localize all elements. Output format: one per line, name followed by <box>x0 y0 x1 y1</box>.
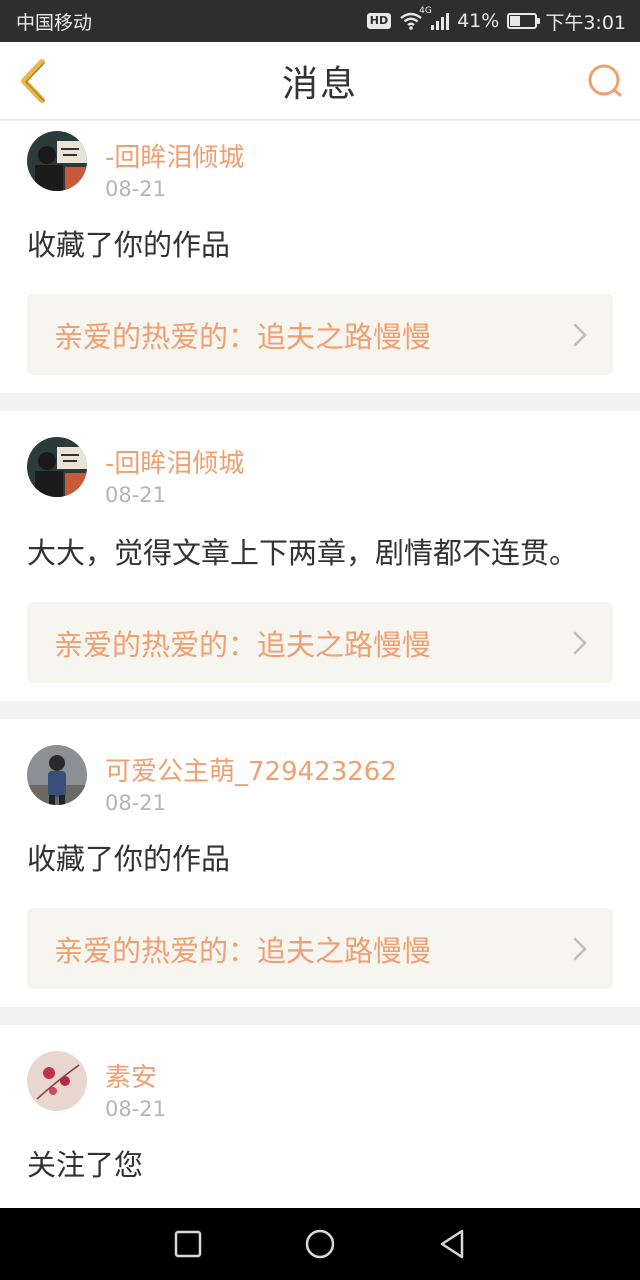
work-link[interactable]: 亲爱的热爱的：追夫之路慢慢 <box>27 294 613 375</box>
chevron-right-icon <box>573 323 587 346</box>
work-title: 亲爱的热爱的：追夫之路慢慢 <box>54 319 432 354</box>
user-avatar-image <box>27 437 87 497</box>
chevron-right-icon <box>573 631 587 654</box>
avatar[interactable] <box>27 745 87 805</box>
triangle-back-icon <box>440 1229 464 1259</box>
user-avatar-image <box>27 745 87 805</box>
message-text: 收藏了你的作品 <box>27 228 231 262</box>
battery-fill <box>510 16 521 26</box>
work-title: 亲爱的热爱的：追夫之路慢慢 <box>54 627 432 662</box>
square-icon <box>174 1230 202 1258</box>
message-feed[interactable]: -回眸泪倾城 08-21 收藏了你的作品 亲爱的热爱的：追夫之路慢慢 -回眸泪倾… <box>0 121 640 1208</box>
work-link[interactable]: 亲爱的热爱的：追夫之路慢慢 <box>27 908 613 989</box>
chevron-right-icon <box>573 937 587 960</box>
message-card: -回眸泪倾城 08-21 大大，觉得文章上下两章，剧情都不连贯。 亲爱的热爱的：… <box>0 411 640 701</box>
circle-icon <box>305 1229 335 1259</box>
clock: 下午3:01 <box>545 11 626 34</box>
status-bar: 中国移动 HD 4G 41% 下午3:01 <box>0 0 640 42</box>
avatar[interactable] <box>27 131 87 191</box>
system-nav-bar <box>0 1208 640 1280</box>
home-button[interactable] <box>304 1228 336 1260</box>
user-name[interactable]: 可爱公主萌_729423262 <box>105 751 397 788</box>
message-card: 素安 08-21 关注了您 <box>0 1025 640 1208</box>
battery-icon <box>507 13 541 29</box>
carrier-label: 中国移动 <box>16 11 93 34</box>
message-text: 大大，觉得文章上下两章，剧情都不连贯。 <box>27 536 579 570</box>
search-icon <box>588 64 622 97</box>
avatar[interactable] <box>27 437 87 497</box>
message-card: -回眸泪倾城 08-21 收藏了你的作品 亲爱的热爱的：追夫之路慢慢 <box>0 121 640 393</box>
battery-percent: 41% <box>457 10 500 32</box>
message-text: 关注了您 <box>27 1148 144 1182</box>
nav-back-button[interactable] <box>436 1228 468 1260</box>
status-icons: HD 4G 41% 下午3:01 <box>366 6 626 35</box>
message-text: 收藏了你的作品 <box>27 842 231 876</box>
post-date: 08-21 <box>105 791 167 815</box>
post-date: 08-21 <box>105 483 167 507</box>
page-title: 消息 <box>281 63 358 105</box>
user-avatar-image <box>27 1051 87 1111</box>
search-button[interactable] <box>586 62 624 100</box>
user-name[interactable]: -回眸泪倾城 <box>105 137 244 174</box>
work-title: 亲爱的热爱的：追夫之路慢慢 <box>54 933 432 968</box>
cell-signal-icon: 4G <box>419 6 450 30</box>
post-date: 08-21 <box>105 1097 167 1121</box>
user-avatar-image <box>27 131 87 191</box>
user-name[interactable]: -回眸泪倾城 <box>105 443 244 480</box>
nav-bar: 消息 <box>0 42 640 120</box>
chevron-left-icon <box>21 59 45 103</box>
back-button[interactable] <box>16 58 52 104</box>
user-name[interactable]: 素安 <box>105 1057 157 1094</box>
work-link[interactable]: 亲爱的热爱的：追夫之路慢慢 <box>27 602 613 683</box>
message-card: 可爱公主萌_729423262 08-21 收藏了你的作品 亲爱的热爱的：追夫之… <box>0 719 640 1007</box>
post-date: 08-21 <box>105 177 167 201</box>
hd-badge: HD <box>366 13 392 29</box>
avatar[interactable] <box>27 1051 87 1111</box>
network-type-label: 4G <box>419 6 432 16</box>
recents-button[interactable] <box>172 1228 204 1260</box>
